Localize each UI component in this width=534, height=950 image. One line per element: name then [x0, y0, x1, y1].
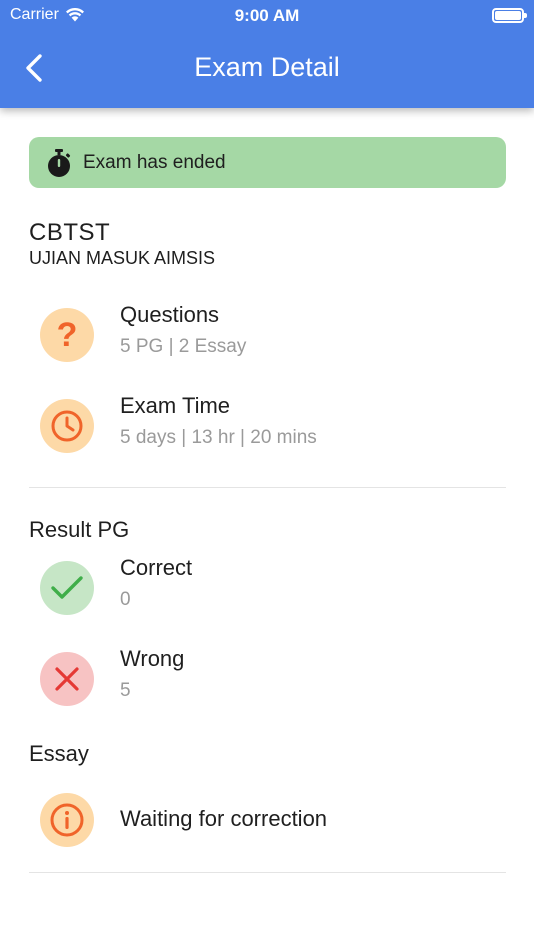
result-pg-heading: Result PG: [29, 517, 130, 542]
info-icon: [50, 803, 84, 837]
exam-status-banner: Exam has ended: [29, 137, 506, 188]
questions-icon-badge: ?: [40, 308, 94, 362]
app-bar: Carrier 9:00 AM Exam Detail: [0, 0, 534, 108]
wrong-value: 5: [120, 680, 131, 701]
correct-item: Correct 0: [40, 555, 500, 617]
exam-code: CBTST: [29, 219, 111, 246]
banner-text: Exam has ended: [83, 151, 226, 173]
essay-heading: Essay: [29, 741, 89, 766]
exam-time-detail: 5 days | 13 hr | 20 mins: [120, 427, 317, 448]
questions-detail: 5 PG | 2 Essay: [120, 336, 247, 357]
essay-status: Waiting for correction: [120, 806, 328, 831]
exam-time-icon-badge: [40, 399, 94, 453]
divider: [29, 487, 506, 488]
close-icon: [55, 667, 79, 691]
essay-icon-badge: [40, 793, 94, 847]
questions-title: Questions: [120, 302, 220, 327]
battery-icon: [492, 8, 527, 23]
correct-icon-badge: [40, 561, 94, 615]
question-mark-icon: ?: [56, 316, 78, 354]
stopwatch-icon: [48, 148, 71, 177]
wrong-title: Wrong: [120, 646, 185, 671]
clock-icon: [51, 410, 83, 442]
check-icon: [51, 576, 83, 599]
wrong-item: Wrong 5: [40, 646, 500, 708]
wrong-icon-badge: [40, 652, 94, 706]
divider: [29, 872, 506, 873]
correct-title: Correct: [120, 555, 193, 580]
exam-time-item: Exam Time 5 days | 13 hr | 20 mins: [40, 393, 500, 455]
questions-item: ? Questions 5 PG | 2 Essay: [40, 302, 500, 364]
page-title: Exam Detail: [194, 52, 340, 82]
exam-time-title: Exam Time: [120, 393, 231, 418]
status-time: 9:00 AM: [234, 6, 300, 25]
essay-status-item: Waiting for correction: [40, 793, 500, 849]
correct-value: 0: [120, 589, 131, 610]
status-bar: Carrier 9:00 AM: [0, 0, 534, 30]
exam-name: UJIAN MASUK AIMSIS: [29, 248, 216, 268]
